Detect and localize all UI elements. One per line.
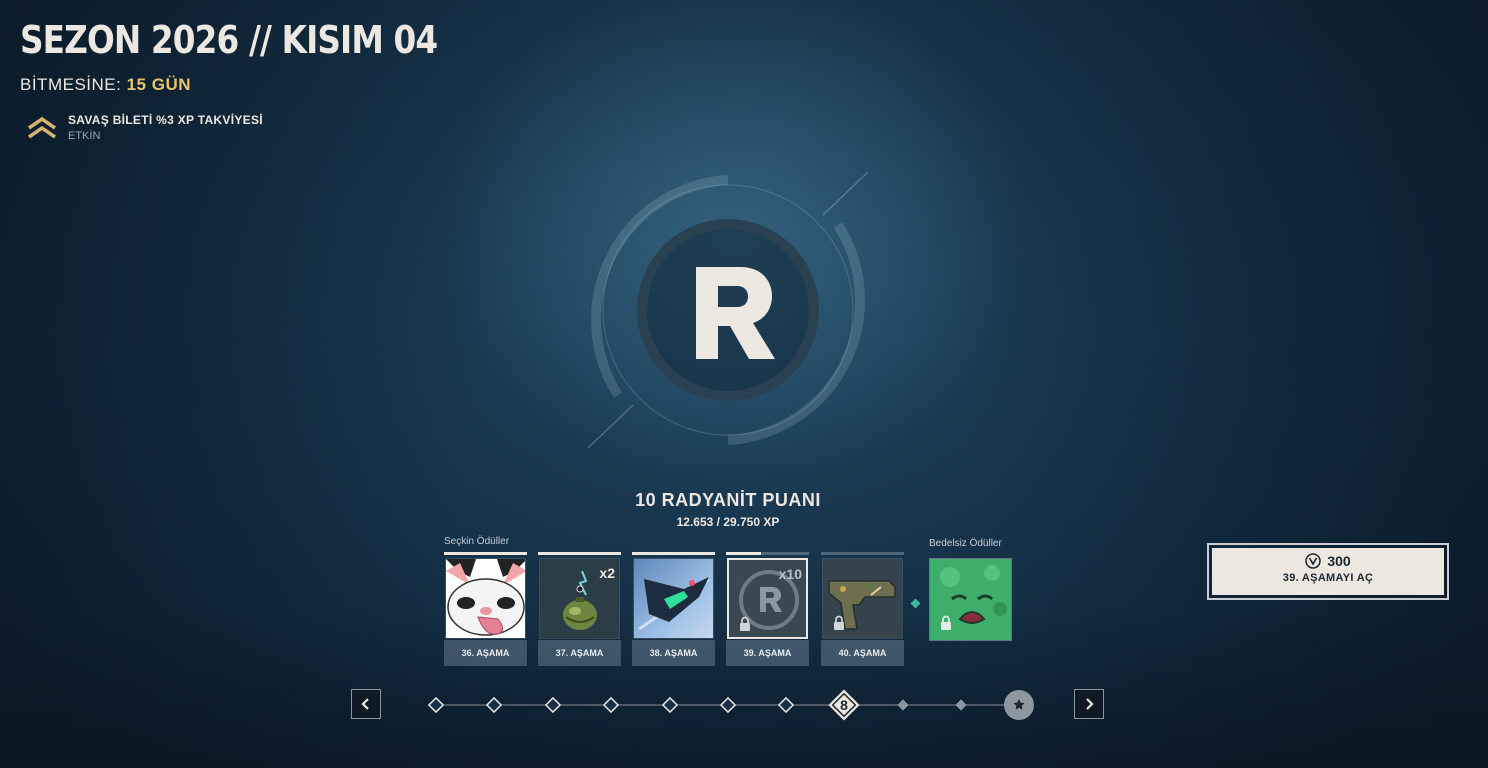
valorant-points-icon <box>1305 553 1322 569</box>
radianite-icon: x10 <box>727 558 808 639</box>
tier-progress-bar <box>444 552 527 555</box>
chapter-track: 8 <box>427 689 1034 721</box>
chapter-node-7[interactable] <box>777 696 795 714</box>
featured-reward-xp: 12.653 / 29.750 XP <box>676 515 780 529</box>
chapter-node-9[interactable] <box>897 699 909 711</box>
tier-progress-bar <box>821 552 904 555</box>
chevron-left-icon <box>361 698 369 710</box>
unlock-tier-button[interactable]: 300 39. AŞAMAYI AÇ <box>1207 543 1449 600</box>
boost-title: SAVAŞ BİLETİ %3 XP TAKVİYESİ <box>68 113 263 127</box>
chapter-node-current[interactable]: 8 <box>828 689 860 721</box>
season-title: SEZON 2026 // KISIM 04 <box>20 18 438 62</box>
chapter-node-4[interactable] <box>602 696 620 714</box>
featured-reward-name: 10 RADYANİT PUANI <box>635 490 821 510</box>
chapter-node-10[interactable] <box>955 699 967 711</box>
unlock-price: 300 <box>1327 553 1351 569</box>
free-tier-reward[interactable] <box>929 558 1012 641</box>
unlock-label: 39. AŞAMAYI AÇ <box>1282 572 1374 584</box>
tier-progress-bar <box>538 552 621 555</box>
tier-40[interactable]: 40. AŞAMA <box>821 552 904 666</box>
radianite-r-icon <box>587 171 869 449</box>
lock-icon <box>941 615 951 630</box>
tier-quantity: x10 <box>778 566 802 582</box>
current-chapter-number: 8 <box>840 697 848 713</box>
chapter-node-2[interactable] <box>485 696 503 714</box>
tier-36[interactable]: 36. AŞAMA <box>444 552 527 666</box>
cat-spray-icon <box>445 558 526 639</box>
epilogue-node[interactable] <box>1004 690 1034 720</box>
tier-38[interactable]: 38. AŞAMA <box>632 552 715 666</box>
gun-buddy-icon: x2 <box>539 558 620 639</box>
chapter-node-3[interactable] <box>544 696 562 714</box>
lock-icon <box>834 615 844 630</box>
tier-39[interactable]: x10 39. AŞAMA <box>726 552 809 666</box>
boost-status: ETKİN <box>68 130 101 142</box>
countdown-value: 15 GÜN <box>126 75 192 94</box>
countdown-label: BİTMESİNE: <box>20 75 122 94</box>
tier-quantity: x2 <box>599 565 615 581</box>
chapter-node-1[interactable] <box>427 696 445 714</box>
chapter-node-6[interactable] <box>719 696 737 714</box>
season-countdown: BİTMESİNE: 15 GÜN <box>20 75 191 95</box>
tier-label: 40. AŞAMA <box>821 640 904 666</box>
next-chapter-button[interactable] <box>1074 689 1104 719</box>
free-rewards-label: Bedelsiz Ödüller <box>929 538 1002 549</box>
tier-progress-bar <box>726 552 809 555</box>
tier-label: 39. AŞAMA <box>726 640 809 666</box>
premium-rewards-label: Seçkin Ödüller <box>444 536 510 547</box>
chevron-right-icon <box>1086 698 1094 710</box>
tier-label: 37. AŞAMA <box>538 640 621 666</box>
tier-label: 36. AŞAMA <box>444 640 527 666</box>
previous-chapter-button[interactable] <box>351 689 381 719</box>
chevron-rank-icon <box>28 116 56 139</box>
tier-progress-bar <box>632 552 715 555</box>
tier-label: 38. AŞAMA <box>632 640 715 666</box>
lock-icon <box>740 616 750 631</box>
player-card-icon <box>633 558 714 639</box>
tier-37[interactable]: x2 37. AŞAMA <box>538 552 621 666</box>
chapter-node-5[interactable] <box>661 696 679 714</box>
pistol-skin-icon <box>822 558 903 639</box>
